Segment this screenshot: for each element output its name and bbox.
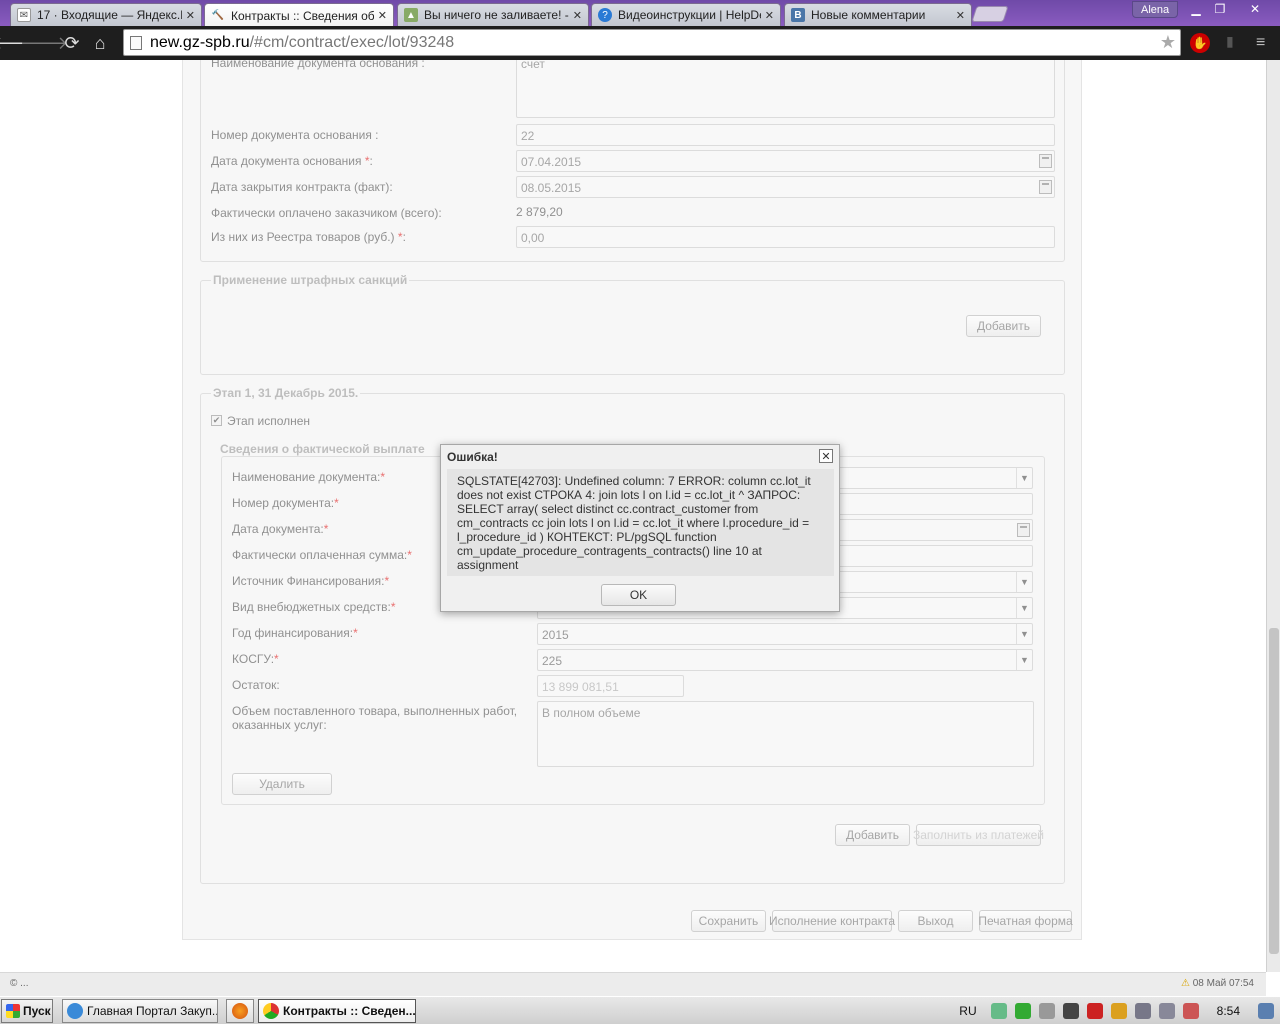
help-icon: ?: [598, 8, 612, 22]
tab-forum[interactable]: ▲ Вы ничего не заливаете! - ✕: [397, 3, 589, 26]
taskbar-item-contracts[interactable]: Контракты :: Сведен...: [258, 999, 416, 1023]
close-tab-icon[interactable]: ✕: [186, 9, 195, 22]
close-tab-icon[interactable]: ✕: [573, 9, 582, 22]
tab-helpdesk[interactable]: ? Видеоинструкции | HelpDe ✕: [591, 3, 781, 26]
ok-button[interactable]: OK: [601, 584, 676, 606]
windows-logo-icon: [6, 1004, 20, 1018]
profile-badge[interactable]: Alena: [1132, 1, 1179, 18]
warning-icon: ⚠: [1180, 978, 1190, 989]
home-icon[interactable]: ⌂: [86, 29, 114, 57]
forward-arrow-icon[interactable]: 🡒: [20, 29, 68, 57]
minimize-icon[interactable]: ▁: [1184, 0, 1208, 17]
app-status-bar: © ... ⚠ 08 Май 07:54: [0, 972, 1266, 996]
status-left-text: © ...: [10, 978, 29, 989]
close-tab-icon[interactable]: ✕: [378, 9, 387, 22]
start-button[interactable]: Пуск: [1, 999, 53, 1023]
shield-icon[interactable]: [1182, 1003, 1199, 1019]
browser-tab-bar: ✉ 17 · Входящие — Яндекс.П ✕ 🔨 Контракты…: [0, 0, 1280, 26]
page-scrollbar[interactable]: [1266, 60, 1280, 972]
tab-contracts[interactable]: 🔨 Контракты :: Сведения об ✕: [204, 3, 394, 26]
close-icon[interactable]: ✕: [819, 449, 833, 463]
close-tab-icon[interactable]: ✕: [765, 9, 774, 22]
gavel-icon: 🔨: [211, 10, 225, 21]
sync-icon[interactable]: [1038, 1003, 1055, 1019]
menu-icon[interactable]: ≡: [1256, 34, 1272, 54]
scrollbar-thumb[interactable]: [1269, 628, 1279, 954]
update-icon[interactable]: [1014, 1003, 1031, 1019]
network-icon[interactable]: [990, 1003, 1007, 1019]
chrome-icon: [263, 1003, 279, 1019]
tab-vk-comments[interactable]: B Новые комментарии ✕: [784, 3, 972, 26]
tab-yandex-mail[interactable]: ✉ 17 · Входящие — Яндекс.П ✕: [10, 3, 202, 26]
volume-icon[interactable]: [1158, 1003, 1175, 1019]
show-desktop-icon[interactable]: [1258, 1003, 1274, 1019]
error-dialog: Ошибка! ✕ SQLSTATE[42703]: Undefined col…: [440, 444, 840, 612]
clock[interactable]: 8:54: [1217, 1004, 1240, 1018]
dialog-title: Ошибка!: [447, 450, 498, 464]
devices-icon[interactable]: [1134, 1003, 1151, 1019]
keyboard-icon[interactable]: [1062, 1003, 1079, 1019]
status-right: ⚠ 08 Май 07:54: [1180, 978, 1254, 989]
firefox-icon: [232, 1003, 248, 1019]
pdf-icon[interactable]: [1086, 1003, 1103, 1019]
image-icon: ▲: [404, 8, 418, 22]
close-window-icon[interactable]: ✕: [1243, 0, 1267, 17]
address-bar[interactable]: new.gz-spb.ru/#cm/contract/exec/lot/9324…: [123, 29, 1181, 56]
taskbar-item-firefox[interactable]: [226, 999, 254, 1023]
page-icon: [130, 36, 142, 50]
reload-icon[interactable]: ⟳: [58, 29, 86, 57]
ie-icon: [67, 1003, 83, 1019]
bookmark-star-icon[interactable]: ★: [1160, 32, 1176, 53]
new-tab-button[interactable]: [971, 6, 1009, 22]
restore-icon[interactable]: ❐: [1208, 0, 1232, 17]
adblock-icon[interactable]: ✋: [1190, 33, 1210, 53]
extension-icon[interactable]: ▮: [1226, 33, 1242, 53]
taskbar-item-portal[interactable]: Главная Портал Закуп...: [62, 999, 218, 1023]
system-tray: RU 8:54: [959, 999, 1280, 1023]
pen-icon[interactable]: [1110, 1003, 1127, 1019]
dialog-message: SQLSTATE[42703]: Undefined column: 7 ERR…: [447, 469, 834, 576]
mail-icon: ✉: [17, 8, 31, 22]
close-tab-icon[interactable]: ✕: [956, 9, 965, 22]
vk-icon: B: [791, 8, 805, 22]
language-indicator[interactable]: RU: [959, 1004, 976, 1018]
windows-taskbar: Пуск Главная Портал Закуп... Контракты :…: [0, 996, 1280, 1024]
